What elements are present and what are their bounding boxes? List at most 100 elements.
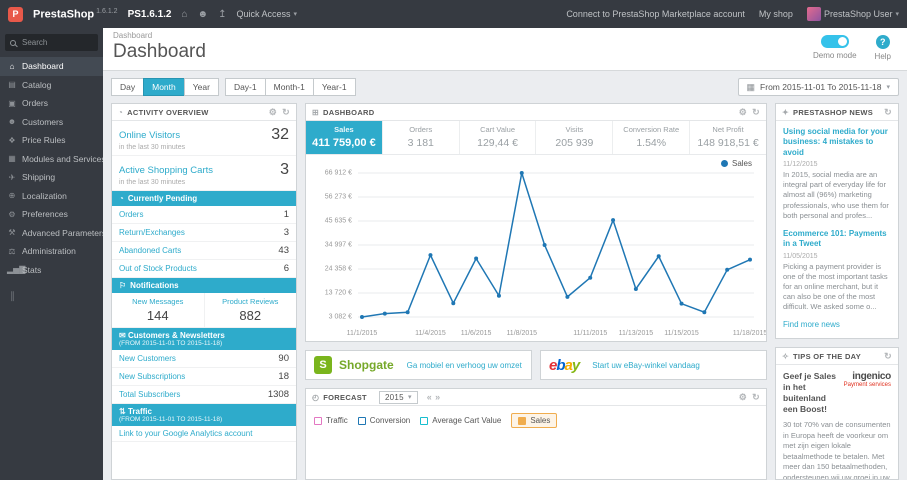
kpi-cart-value[interactable]: Cart Value 129,44 € (460, 121, 537, 154)
legend-sales[interactable]: Sales (511, 413, 558, 428)
sidebar-collapse-button[interactable]: ∥ (0, 291, 103, 302)
sidebar-item-shipping[interactable]: ✈ Shipping (0, 168, 103, 187)
new-messages-cell[interactable]: New Messages 144 (112, 293, 205, 327)
chart-legend[interactable]: Sales (720, 159, 752, 168)
range-year-minus-button[interactable]: Year-1 (312, 78, 356, 96)
sidebar-search[interactable] (5, 34, 98, 51)
new-customers-link[interactable]: New Customers (119, 354, 176, 363)
kpi-net-profit[interactable]: Net Profit 148 918,51 € (690, 121, 766, 154)
legend-label: Sales (731, 159, 752, 168)
total-subscribers-link[interactable]: Total Subscribers (119, 390, 180, 399)
range-month-button[interactable]: Month (143, 78, 185, 96)
refresh-icon[interactable]: ↻ (752, 107, 760, 118)
sidebar-item-stats[interactable]: ▂▅▇ Stats (0, 261, 103, 280)
forecast-icon: ◴ (312, 392, 320, 402)
customers-newsletters-band: ✉ Customers & Newsletters (FROM 2015-11-… (112, 328, 296, 350)
forecast-year-select[interactable]: 2015 ▾ (378, 390, 418, 404)
sidebar-item-price-rules[interactable]: ❖ Price Rules (0, 131, 103, 150)
shop-icon[interactable]: ⌂ (181, 9, 187, 20)
orders-icon: ▣ (8, 98, 16, 108)
sales-chart: Sales 66 912 €56 273 €45 635 €34 997 €24… (312, 159, 767, 339)
ebay-module[interactable]: ebay Start uw eBay-winkel vandaag (540, 350, 767, 380)
next-year-icon[interactable]: » (435, 392, 440, 402)
shopgate-module[interactable]: S Shopgate Ga mobiel en verhoog uw omzet (305, 350, 532, 380)
active-carts-sub: in the last 30 minutes (119, 179, 186, 186)
refresh-icon[interactable]: ↻ (752, 392, 760, 403)
out-of-stock-link[interactable]: Out of Stock Products (119, 264, 197, 273)
date-range-picker[interactable]: ▦ From 2015-11-01 To 2015-11-18 ▾ (737, 78, 899, 96)
forecast-panel-title: FORECAST (323, 392, 367, 402)
online-visitors-link[interactable]: Online Visitors (119, 130, 180, 141)
quick-access-menu[interactable]: Quick Access ▾ (236, 9, 297, 19)
demo-mode-toggle[interactable] (820, 35, 849, 48)
user-menu[interactable]: PrestaShop User ▾ (806, 7, 899, 21)
find-more-news-link[interactable]: Find more news (783, 320, 891, 329)
kpi-sales[interactable]: Sales 411 759,00 € (306, 121, 383, 154)
kpi-visits[interactable]: Visits 205 939 (536, 121, 614, 154)
google-analytics-link[interactable]: Link to your Google Analytics account (119, 429, 252, 438)
shop-name[interactable]: PS1.6.1.2 (128, 9, 172, 20)
news-article: Using social media for your business: 4 … (783, 127, 891, 221)
prestashop-news-panel: ✦ PRESTASHOP NEWS ↻ Using social media f… (775, 103, 899, 339)
tip-icon: ✧ (782, 351, 790, 361)
pending-orders-link[interactable]: Orders (119, 210, 143, 219)
out-of-stock-row: Out of Stock Products 6 (112, 260, 296, 278)
price-rules-icon: ❖ (8, 135, 16, 145)
range-month-minus-button[interactable]: Month-1 (264, 78, 314, 96)
toggle-knob (837, 37, 847, 46)
sidebar-item-catalog[interactable]: ▤ Catalog (0, 76, 103, 95)
ebay-tagline-link[interactable]: Start uw eBay-winkel vandaag (592, 361, 700, 370)
prev-year-icon[interactable]: « (427, 392, 432, 402)
sidebar-item-customers[interactable]: ☻ Customers (0, 113, 103, 132)
sidebar-item-localization[interactable]: ⊕ Localization (0, 187, 103, 206)
customers-icon: ☻ (7, 117, 17, 127)
abandoned-carts-link[interactable]: Abandoned Carts (119, 246, 181, 255)
traffic-band: ⇅ Traffic (FROM 2015-11-01 TO 2015-11-18… (112, 404, 296, 426)
news-article-date: 11/12/2015 (783, 161, 818, 169)
news-article-title[interactable]: Ecommerce 101: Payments in a Tweet (783, 229, 891, 250)
sidebar-item-modules[interactable]: ▦ Modules and Services (0, 150, 103, 169)
gear-icon[interactable]: ⚙ (269, 107, 277, 118)
profile-icon[interactable]: ☻ (198, 9, 209, 20)
sidebar-item-dashboard[interactable]: ⌂ Dashboard (0, 57, 103, 76)
sidebar-item-administration[interactable]: ⚖ Administration (0, 242, 103, 261)
news-article-body: In 2015, social media are an integral pa… (783, 170, 889, 220)
new-subscriptions-link[interactable]: New Subscriptions (119, 372, 185, 381)
stats-icon: ▂▅▇ (7, 265, 26, 275)
help-icon[interactable]: ? (875, 35, 890, 49)
gear-icon[interactable]: ⚙ (739, 107, 747, 118)
sidebar-item-orders[interactable]: ▣ Orders (0, 94, 103, 113)
sidebar-item-advanced-parameters[interactable]: ⚒ Advanced Parameters (0, 224, 103, 243)
my-shop-link[interactable]: My shop (759, 9, 793, 19)
refresh-icon[interactable]: ↻ (884, 351, 892, 362)
gear-icon[interactable]: ⚙ (739, 392, 747, 403)
active-carts-link[interactable]: Active Shopping Carts (119, 165, 213, 176)
return-exchanges-link[interactable]: Return/Exchanges (119, 228, 185, 237)
sales-chart-plot (358, 165, 754, 323)
kpi-orders[interactable]: Orders 3 181 (383, 121, 460, 154)
news-article: Ecommerce 101: Payments in a Tweet 11/05… (783, 229, 891, 312)
legend-average-cart-value[interactable]: Average Cart Value (420, 416, 501, 425)
product-reviews-cell[interactable]: Product Reviews 882 (205, 293, 297, 327)
upload-icon[interactable]: ↥ (218, 9, 226, 20)
bell-icon: ⚐ (119, 281, 127, 290)
search-input[interactable] (20, 37, 93, 48)
sales-chart-xlabels: 11/1/2015 11/4/2015 11/6/2015 11/8/2015 11/1… (346, 330, 767, 337)
page-title: Dashboard (113, 41, 206, 62)
demo-mode-label: Demo mode (812, 51, 857, 60)
tips-panel-title: TIPS OF THE DAY (793, 351, 861, 361)
shopgate-tagline-link[interactable]: Ga mobiel en verhoog uw omzet (407, 361, 522, 370)
refresh-icon[interactable]: ↻ (282, 107, 290, 118)
legend-traffic[interactable]: Traffic (314, 416, 348, 425)
sidebar-item-preferences[interactable]: ⚙ Preferences (0, 205, 103, 224)
range-year-button[interactable]: Year (183, 78, 219, 96)
news-article-title[interactable]: Using social media for your business: 4 … (783, 127, 891, 158)
range-day-minus-button[interactable]: Day-1 (224, 78, 266, 96)
kpi-conversion-rate[interactable]: Conversion Rate 1.54% (613, 121, 691, 154)
range-day-button[interactable]: Day (111, 78, 145, 96)
shipping-icon: ✈ (8, 172, 16, 182)
legend-conversion[interactable]: Conversion (357, 416, 410, 425)
refresh-icon[interactable]: ↻ (884, 107, 892, 118)
marketplace-link[interactable]: Connect to PrestaShop Marketplace accoun… (566, 9, 745, 19)
news-panel-title: PRESTASHOP NEWS (793, 107, 874, 117)
